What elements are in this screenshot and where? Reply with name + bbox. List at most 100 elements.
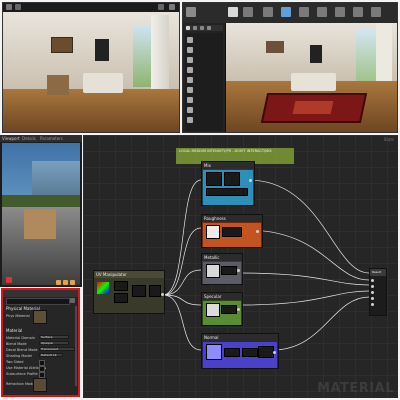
output-pin[interactable]: [237, 269, 240, 272]
placement-mode-icon[interactable]: [186, 26, 190, 30]
actor-item-icon[interactable]: [187, 57, 193, 63]
node-title: Specular: [202, 293, 242, 300]
wire: [245, 229, 370, 281]
node-specular[interactable]: Specular: [201, 292, 243, 326]
level-viewport[interactable]: [226, 23, 397, 132]
node-metallic[interactable]: Metallic: [201, 253, 243, 285]
viewport-right[interactable]: [182, 2, 398, 133]
output-pin[interactable]: [161, 293, 164, 296]
param-node[interactable]: [258, 346, 274, 358]
actor-item-icon[interactable]: [187, 77, 193, 83]
modes-tabs: [185, 25, 223, 31]
marketplace-icon[interactable]: [353, 7, 363, 17]
filter-icon[interactable]: [70, 298, 75, 303]
save-icon[interactable]: [186, 7, 196, 17]
foliage-mode-icon[interactable]: [207, 26, 211, 30]
details-scrollbar[interactable]: [75, 306, 77, 386]
material-graph[interactable]: Stats LOCAL MEDIUM INTENSITY/PR - DON'T …: [83, 135, 398, 398]
rug-center: [292, 101, 334, 114]
details-search-input[interactable]: [6, 298, 70, 305]
param-node[interactable]: [221, 266, 237, 275]
launch-icon[interactable]: [317, 7, 327, 17]
input-pin[interactable]: [371, 285, 374, 288]
texture-sample[interactable]: [206, 303, 220, 317]
cabinet: [47, 75, 69, 95]
actor-item-icon[interactable]: [187, 67, 193, 73]
texture-sample[interactable]: [224, 172, 240, 186]
blueprint-icon[interactable]: [281, 7, 291, 17]
node-result[interactable]: Result: [369, 268, 387, 316]
param-node[interactable]: [114, 293, 128, 303]
texture-sample[interactable]: [206, 344, 222, 360]
texture-sample[interactable]: [206, 172, 222, 186]
close-icon[interactable]: [169, 4, 175, 10]
node-roughness[interactable]: Roughness: [201, 214, 263, 248]
paint-mode-icon[interactable]: [193, 26, 197, 30]
content-icon[interactable]: [335, 7, 345, 17]
actor-item-icon[interactable]: [187, 117, 193, 123]
landscape-mode-icon[interactable]: [200, 26, 204, 30]
sofa: [291, 73, 336, 91]
blend-mode-label: Blend Mode: [6, 342, 27, 346]
sofa: [83, 73, 123, 93]
preview-cube-icon[interactable]: [63, 280, 68, 285]
input-pin[interactable]: [371, 297, 374, 300]
preview-sphere-icon[interactable]: [56, 280, 61, 285]
param-node[interactable]: [242, 348, 258, 357]
wire: [162, 269, 202, 296]
two-sided-label: Two Sided: [6, 360, 24, 364]
room-floor: [3, 89, 179, 132]
param-node[interactable]: [132, 285, 146, 297]
input-pin[interactable]: [371, 303, 374, 306]
settings-icon[interactable]: [158, 4, 164, 10]
phys-material-thumbnail[interactable]: [33, 310, 47, 324]
camera-icon[interactable]: [15, 4, 21, 10]
play-icon[interactable]: [228, 7, 238, 17]
preview-viewport[interactable]: [2, 143, 80, 285]
blend-mode-value: Opaque: [41, 341, 53, 345]
tab-viewport[interactable]: Viewport: [2, 136, 20, 141]
actor-item-icon[interactable]: [187, 37, 193, 43]
section-material[interactable]: Material: [6, 328, 22, 333]
actor-item-icon[interactable]: [187, 87, 193, 93]
actor-item-icon[interactable]: [187, 107, 193, 113]
shading-model-label: Shading Model: [6, 354, 32, 358]
node-mix[interactable]: Mix: [201, 161, 255, 206]
param-node[interactable]: [206, 188, 248, 196]
menu-icon[interactable]: [6, 4, 12, 10]
output-pin[interactable]: [256, 230, 259, 233]
preview-mesh: [24, 209, 56, 239]
param-node[interactable]: [221, 305, 237, 314]
settings-icon[interactable]: [263, 7, 273, 17]
preview-cylinder-icon[interactable]: [70, 280, 75, 285]
actor-item-icon[interactable]: [187, 97, 193, 103]
wire: [162, 227, 202, 296]
build-icon[interactable]: [243, 7, 253, 17]
node-normal[interactable]: Normal: [201, 333, 279, 369]
tab-details[interactable]: Details: [22, 136, 36, 141]
axis-gizmo-icon: [6, 277, 12, 283]
subsurface-profile-label: Subsurface Profile: [6, 372, 38, 376]
simulate-icon[interactable]: [371, 7, 381, 17]
cinematics-icon[interactable]: [299, 7, 309, 17]
node-uv-manipulator[interactable]: UV Manipulator: [93, 270, 165, 314]
refraction-thumbnail[interactable]: [33, 378, 47, 392]
input-pin[interactable]: [371, 279, 374, 282]
tab-parameters[interactable]: Parameters: [40, 136, 63, 141]
shading-model-value: Default Lit: [41, 353, 57, 357]
output-pin[interactable]: [249, 179, 252, 182]
actor-item-icon[interactable]: [187, 47, 193, 53]
color-preview[interactable]: [97, 282, 109, 294]
input-pin[interactable]: [371, 291, 374, 294]
param-node[interactable]: [222, 227, 242, 237]
param-node[interactable]: [114, 281, 128, 291]
node-title: UV Manipulator: [94, 271, 164, 278]
param-node[interactable]: [149, 285, 161, 297]
texture-sample[interactable]: [206, 225, 220, 239]
output-pin[interactable]: [273, 351, 276, 354]
param-node[interactable]: [224, 348, 240, 357]
node-title: Metallic: [202, 254, 242, 261]
texture-sample[interactable]: [206, 264, 220, 278]
viewport-left[interactable]: [2, 2, 180, 133]
output-pin[interactable]: [237, 308, 240, 311]
